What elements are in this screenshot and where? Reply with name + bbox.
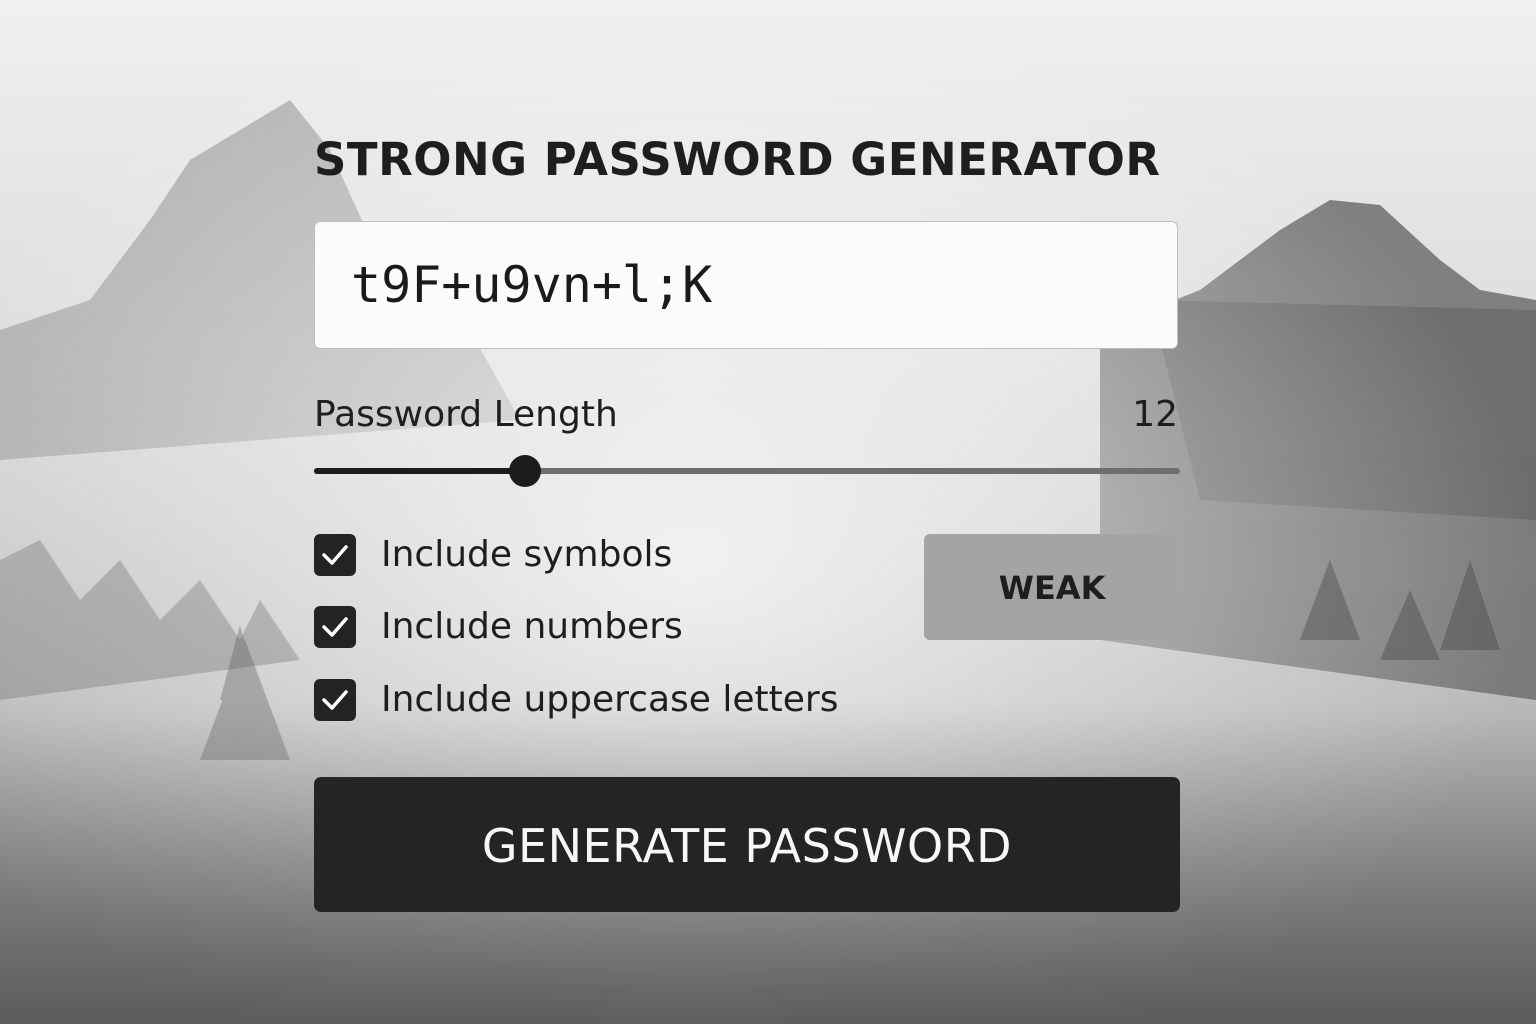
page-title: STRONG PASSWORD GENERATOR — [314, 133, 1161, 186]
strength-label: WEAK — [998, 569, 1106, 607]
password-length-label: Password Length — [314, 394, 618, 435]
strength-badge: WEAK — [924, 534, 1180, 640]
include-uppercase-label: Include uppercase letters — [381, 679, 839, 720]
slider-fill — [314, 468, 525, 474]
password-output-field[interactable]: t9F+u9vn+l;K — [314, 221, 1178, 349]
include-uppercase-checkbox[interactable] — [314, 679, 356, 721]
checkmark-icon — [322, 617, 348, 637]
slider-thumb[interactable] — [509, 455, 541, 487]
password-generator-panel: STRONG PASSWORD GENERATOR t9F+u9vn+l;K P… — [314, 130, 1180, 920]
password-length-value: 12 — [1132, 394, 1178, 435]
generate-password-label: GENERATE PASSWORD — [481, 819, 1013, 873]
include-numbers-label: Include numbers — [381, 606, 683, 647]
password-length-slider[interactable] — [314, 455, 1180, 487]
include-numbers-checkbox[interactable] — [314, 606, 356, 648]
include-symbols-checkbox[interactable] — [314, 534, 356, 576]
generate-password-button[interactable]: GENERATE PASSWORD — [314, 777, 1180, 912]
checkmark-icon — [322, 690, 348, 710]
password-value[interactable]: t9F+u9vn+l;K — [351, 254, 712, 316]
checkmark-icon — [322, 545, 348, 565]
include-symbols-label: Include symbols — [381, 534, 673, 575]
